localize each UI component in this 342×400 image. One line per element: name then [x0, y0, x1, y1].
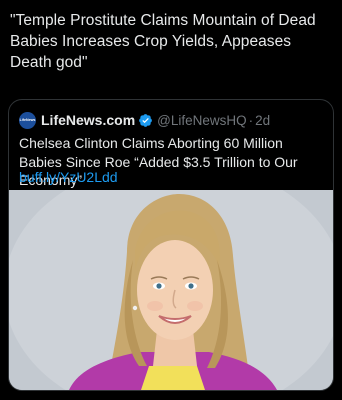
avatar[interactable]: LifeNews	[19, 111, 36, 129]
portrait-photo[interactable]	[9, 190, 333, 390]
separator-dot: ·	[248, 112, 254, 128]
timestamp[interactable]: 2d	[255, 113, 270, 128]
portrait-illustration	[9, 190, 333, 390]
display-name[interactable]: LifeNews.com	[41, 112, 135, 128]
quoted-tweet-header: LifeNews LifeNews.com @LifeNewsHQ · 2d	[19, 110, 270, 130]
verified-badge-icon	[138, 113, 153, 128]
handle[interactable]: @LifeNewsHQ	[157, 113, 246, 128]
quoted-tweet-card[interactable]: LifeNews LifeNews.com @LifeNewsHQ · 2d C…	[8, 99, 334, 391]
quoted-tweet-link[interactable]: buff.ly/YzU2Ldd	[19, 168, 118, 186]
tweet-text: "Temple Prostitute Claims Mountain of De…	[10, 12, 316, 71]
